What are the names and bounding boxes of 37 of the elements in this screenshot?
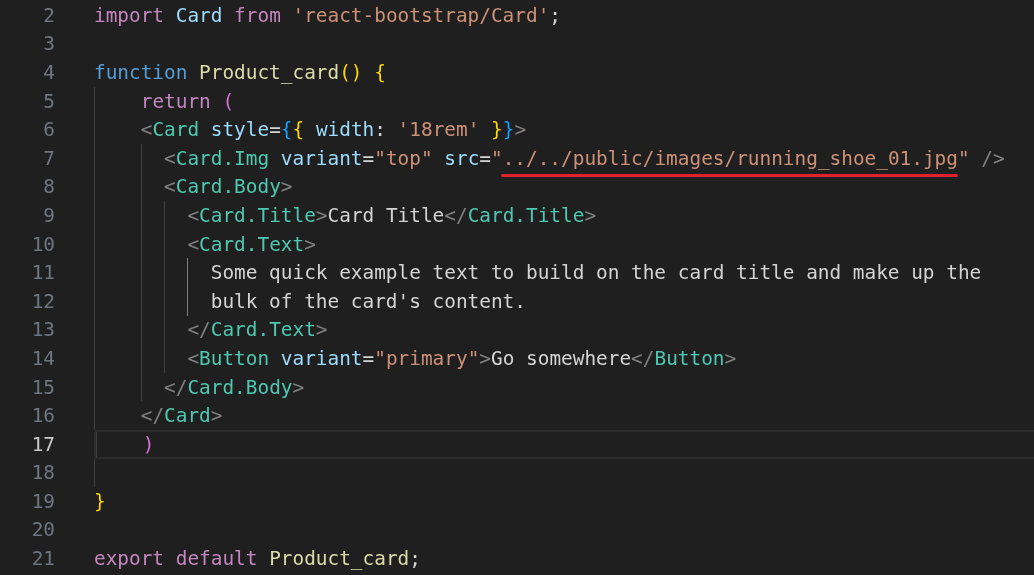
line-number: 8 <box>42 175 55 199</box>
line-number: 15 <box>30 375 55 399</box>
code-line: function Product_card() { <box>94 61 386 84</box>
line-number: 2 <box>42 3 55 27</box>
code-line: </Card> <box>140 404 223 428</box>
line-number: 14 <box>30 346 55 370</box>
line-number: 6 <box>42 118 55 142</box>
code-line: </Card.Text> <box>187 318 328 342</box>
line-number: 17 <box>30 432 55 456</box>
line-number: 18 <box>30 461 55 485</box>
line-number: 4 <box>42 61 55 84</box>
code-line: bulk of the card's content. <box>210 289 526 313</box>
code-line: </Card.Body> <box>164 375 305 399</box>
line-number: 16 <box>30 404 55 428</box>
code-line: <Card.Body> <box>164 175 293 199</box>
line-number: 5 <box>42 89 55 113</box>
code-line: <Card style={{ width: '18rem' }}> <box>140 118 527 142</box>
code-line: Some quick example text to build on the card title and make up the <box>210 261 982 285</box>
line-number: 11 <box>30 261 55 285</box>
code-line: import Card from 'react-bootstrap/Card'; <box>94 3 561 27</box>
line-number: 20 <box>30 518 55 542</box>
line-number: 12 <box>30 289 55 313</box>
code-line: } <box>94 489 106 513</box>
line-number: 7 <box>42 146 55 170</box>
line-number: 19 <box>30 489 55 513</box>
line-number: 9 <box>42 203 55 227</box>
code-line: <Card.Img variant="top" src="../../public/images/running_shoe_01.jpg" /> <box>164 146 1005 170</box>
line-number: 3 <box>42 32 55 56</box>
code-line: export default Product_card; <box>94 547 421 571</box>
code-line: ) <box>142 432 155 456</box>
line-number: 10 <box>30 232 55 256</box>
code-line: <Card.Title>Card Title</Card.Title> <box>187 203 597 227</box>
line-number: 21 <box>30 547 55 571</box>
code-line: <Card.Text> <box>187 232 316 256</box>
code-line: return ( <box>140 89 235 113</box>
code-line: <Button variant="primary">Go somewhere</Button> <box>187 346 737 370</box>
line-number: 13 <box>30 318 55 342</box>
